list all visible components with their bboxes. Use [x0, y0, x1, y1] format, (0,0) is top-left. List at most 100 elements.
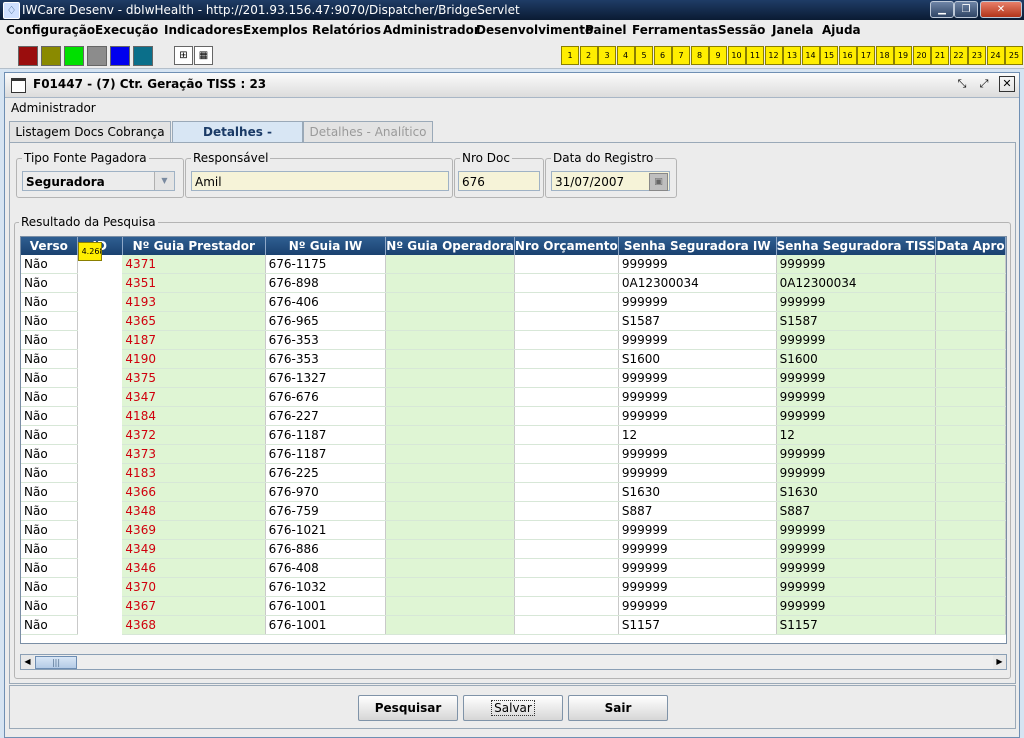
col-header-senha-tiss[interactable]: Senha Seguradora TISS — [776, 237, 937, 255]
toolbar-number-button[interactable]: 24 — [986, 46, 1005, 65]
cell-nro-orcamento[interactable] — [514, 577, 619, 597]
cell-senha-tiss[interactable]: 999999 — [776, 520, 937, 540]
menu-execucao[interactable]: Execução — [95, 23, 158, 37]
cell-guia-iw[interactable]: 676-353 — [265, 349, 387, 369]
color-swatch-6[interactable] — [133, 46, 153, 66]
cell-verso[interactable]: Não — [21, 368, 78, 388]
menu-ferramentas[interactable]: Ferramentas — [632, 23, 718, 37]
toolbar-number-button[interactable]: 10 — [727, 46, 746, 65]
cell-guia-prestador[interactable]: 4351 — [122, 273, 266, 293]
data-registro-field[interactable]: 31/07/2007 ▣ — [551, 171, 670, 191]
cell-verso[interactable]: Não — [21, 444, 78, 464]
cell-senha-iw[interactable]: 999999 — [618, 577, 777, 597]
cell-data-apro[interactable] — [935, 311, 1006, 331]
toolbar-number-button[interactable]: 18 — [875, 46, 894, 65]
window-list-icon[interactable]: ▦ — [194, 46, 213, 65]
pesquisar-button[interactable]: Pesquisar — [358, 695, 458, 721]
cell-nro-orcamento[interactable] — [514, 444, 619, 464]
tab-detalhes-sintetico[interactable]: Detalhes - Sintético — [172, 121, 303, 159]
cell-nro-orcamento[interactable] — [514, 596, 619, 616]
nro-doc-field[interactable]: 676 — [458, 171, 540, 191]
cell-nro-orcamento[interactable] — [514, 539, 619, 559]
cell-verso[interactable]: Não — [21, 615, 78, 635]
cell-verso[interactable]: Não — [21, 501, 78, 521]
cell-senha-tiss[interactable]: 999999 — [776, 463, 937, 483]
cell-data-apro[interactable] — [935, 406, 1006, 426]
cell-senha-iw[interactable]: S1587 — [618, 311, 777, 331]
menu-indicadores[interactable]: Indicadores — [164, 23, 243, 37]
table-row[interactable]: Não4.0904190676-353S1600S1600 — [21, 242, 1006, 369]
cell-data-apro[interactable] — [935, 520, 1006, 540]
cell-data-apro[interactable] — [935, 425, 1006, 445]
cell-guia-operadora[interactable] — [385, 387, 515, 407]
toolbar-number-button[interactable]: 15 — [820, 46, 838, 65]
cell-guia-operadora[interactable] — [385, 463, 515, 483]
menu-exemplos[interactable]: Exemplos — [243, 23, 308, 37]
cell-guia-operadora[interactable] — [385, 501, 515, 521]
cell-verso[interactable]: Não — [21, 292, 78, 312]
cell-senha-iw[interactable]: 999999 — [618, 520, 777, 540]
menu-sessao[interactable]: Sessão — [718, 23, 765, 37]
cell-senha-iw[interactable]: 999999 — [618, 330, 777, 350]
cell-guia-iw[interactable]: 676-965 — [265, 311, 387, 331]
cell-guia-iw[interactable]: 676-227 — [265, 406, 387, 426]
cell-guia-iw[interactable]: 676-1175 — [265, 255, 387, 274]
cell-guia-iw[interactable]: 676-970 — [265, 482, 387, 502]
table-row[interactable]: Não4.2714371676-1175999999999999 — [21, 242, 1006, 274]
cell-guia-prestador[interactable]: 4183 — [122, 463, 266, 483]
color-swatch-1[interactable] — [18, 46, 38, 66]
toolbar-number-button[interactable]: 11 — [746, 46, 764, 65]
cell-nro-orcamento[interactable] — [514, 406, 619, 426]
cell-nro-orcamento[interactable] — [514, 558, 619, 578]
toolbar-number-button[interactable]: 5 — [635, 46, 653, 65]
cell-guia-prestador[interactable]: 4349 — [122, 539, 266, 559]
toolbar-number-button[interactable]: 6 — [653, 46, 672, 65]
cell-guia-prestador[interactable]: 4187 — [122, 330, 266, 350]
tipo-fonte-select[interactable]: Seguradora ▼ — [22, 171, 175, 191]
cell-guia-operadora[interactable] — [385, 558, 515, 578]
col-header-guia-operadora[interactable]: Nº Guia Operadora — [385, 237, 515, 255]
cell-data-apro[interactable] — [935, 615, 1006, 635]
cell-data-apro[interactable] — [935, 349, 1006, 369]
toolbar-number-button[interactable]: 3 — [598, 46, 616, 65]
cell-guia-operadora[interactable] — [385, 444, 515, 464]
toolbar-number-button[interactable]: 14 — [801, 46, 820, 65]
cell-guia-operadora[interactable] — [385, 520, 515, 540]
col-header-senha-iw[interactable]: Senha Seguradora IW — [618, 237, 777, 255]
cell-guia-iw[interactable]: 676-1001 — [265, 596, 387, 616]
cell-data-apro[interactable] — [935, 463, 1006, 483]
table-row[interactable]: Não4.2684368676-1001S1157S1157 — [21, 242, 1006, 635]
menu-administrador[interactable]: Administrador — [383, 23, 480, 37]
cell-senha-iw[interactable]: S1157 — [618, 615, 777, 635]
scroll-left-icon[interactable]: ◀ — [21, 655, 34, 669]
cell-senha-tiss[interactable]: S1600 — [776, 349, 937, 369]
cell-guia-prestador[interactable]: 4365 — [122, 311, 266, 331]
color-swatch-4[interactable] — [87, 46, 107, 66]
cell-senha-iw[interactable]: 999999 — [618, 387, 777, 407]
toolbar-number-button[interactable]: 12 — [764, 46, 783, 65]
cell-data-apro[interactable] — [935, 482, 1006, 502]
col-header-data-apro[interactable]: Data Apro — [935, 237, 1006, 255]
cell-guia-prestador[interactable]: 4366 — [122, 482, 266, 502]
cell-senha-tiss[interactable]: 999999 — [776, 444, 937, 464]
responsavel-field[interactable]: Amil — [191, 171, 449, 191]
toolbar-number-button[interactable]: 7 — [672, 46, 690, 65]
table-row[interactable]: Não4.2724372676-11871212 — [21, 242, 1006, 445]
cell-guia-prestador[interactable]: 4372 — [122, 425, 266, 445]
cell-guia-iw[interactable]: 676-886 — [265, 539, 387, 559]
cell-verso[interactable]: Não — [21, 406, 78, 426]
cell-guia-operadora[interactable] — [385, 596, 515, 616]
cell-senha-tiss[interactable]: 0A12300034 — [776, 273, 937, 293]
maximize-form-icon[interactable]: ⤢ — [977, 77, 991, 91]
table-row[interactable]: Não4.2674367676-1001999999999999 — [21, 242, 1006, 616]
cell-nro-orcamento[interactable] — [514, 311, 619, 331]
cell-guia-iw[interactable]: 676-225 — [265, 463, 387, 483]
cell-verso[interactable]: Não — [21, 482, 78, 502]
cell-guia-iw[interactable]: 676-406 — [265, 292, 387, 312]
cell-data-apro[interactable] — [935, 368, 1006, 388]
cell-verso[interactable]: Não — [21, 273, 78, 293]
cell-senha-iw[interactable]: 999999 — [618, 463, 777, 483]
table-row[interactable]: Não4.0874187676-353999999999999 — [21, 242, 1006, 350]
cell-guia-prestador[interactable]: 4193 — [122, 292, 266, 312]
close-window-button[interactable]: ✕ — [980, 1, 1022, 18]
